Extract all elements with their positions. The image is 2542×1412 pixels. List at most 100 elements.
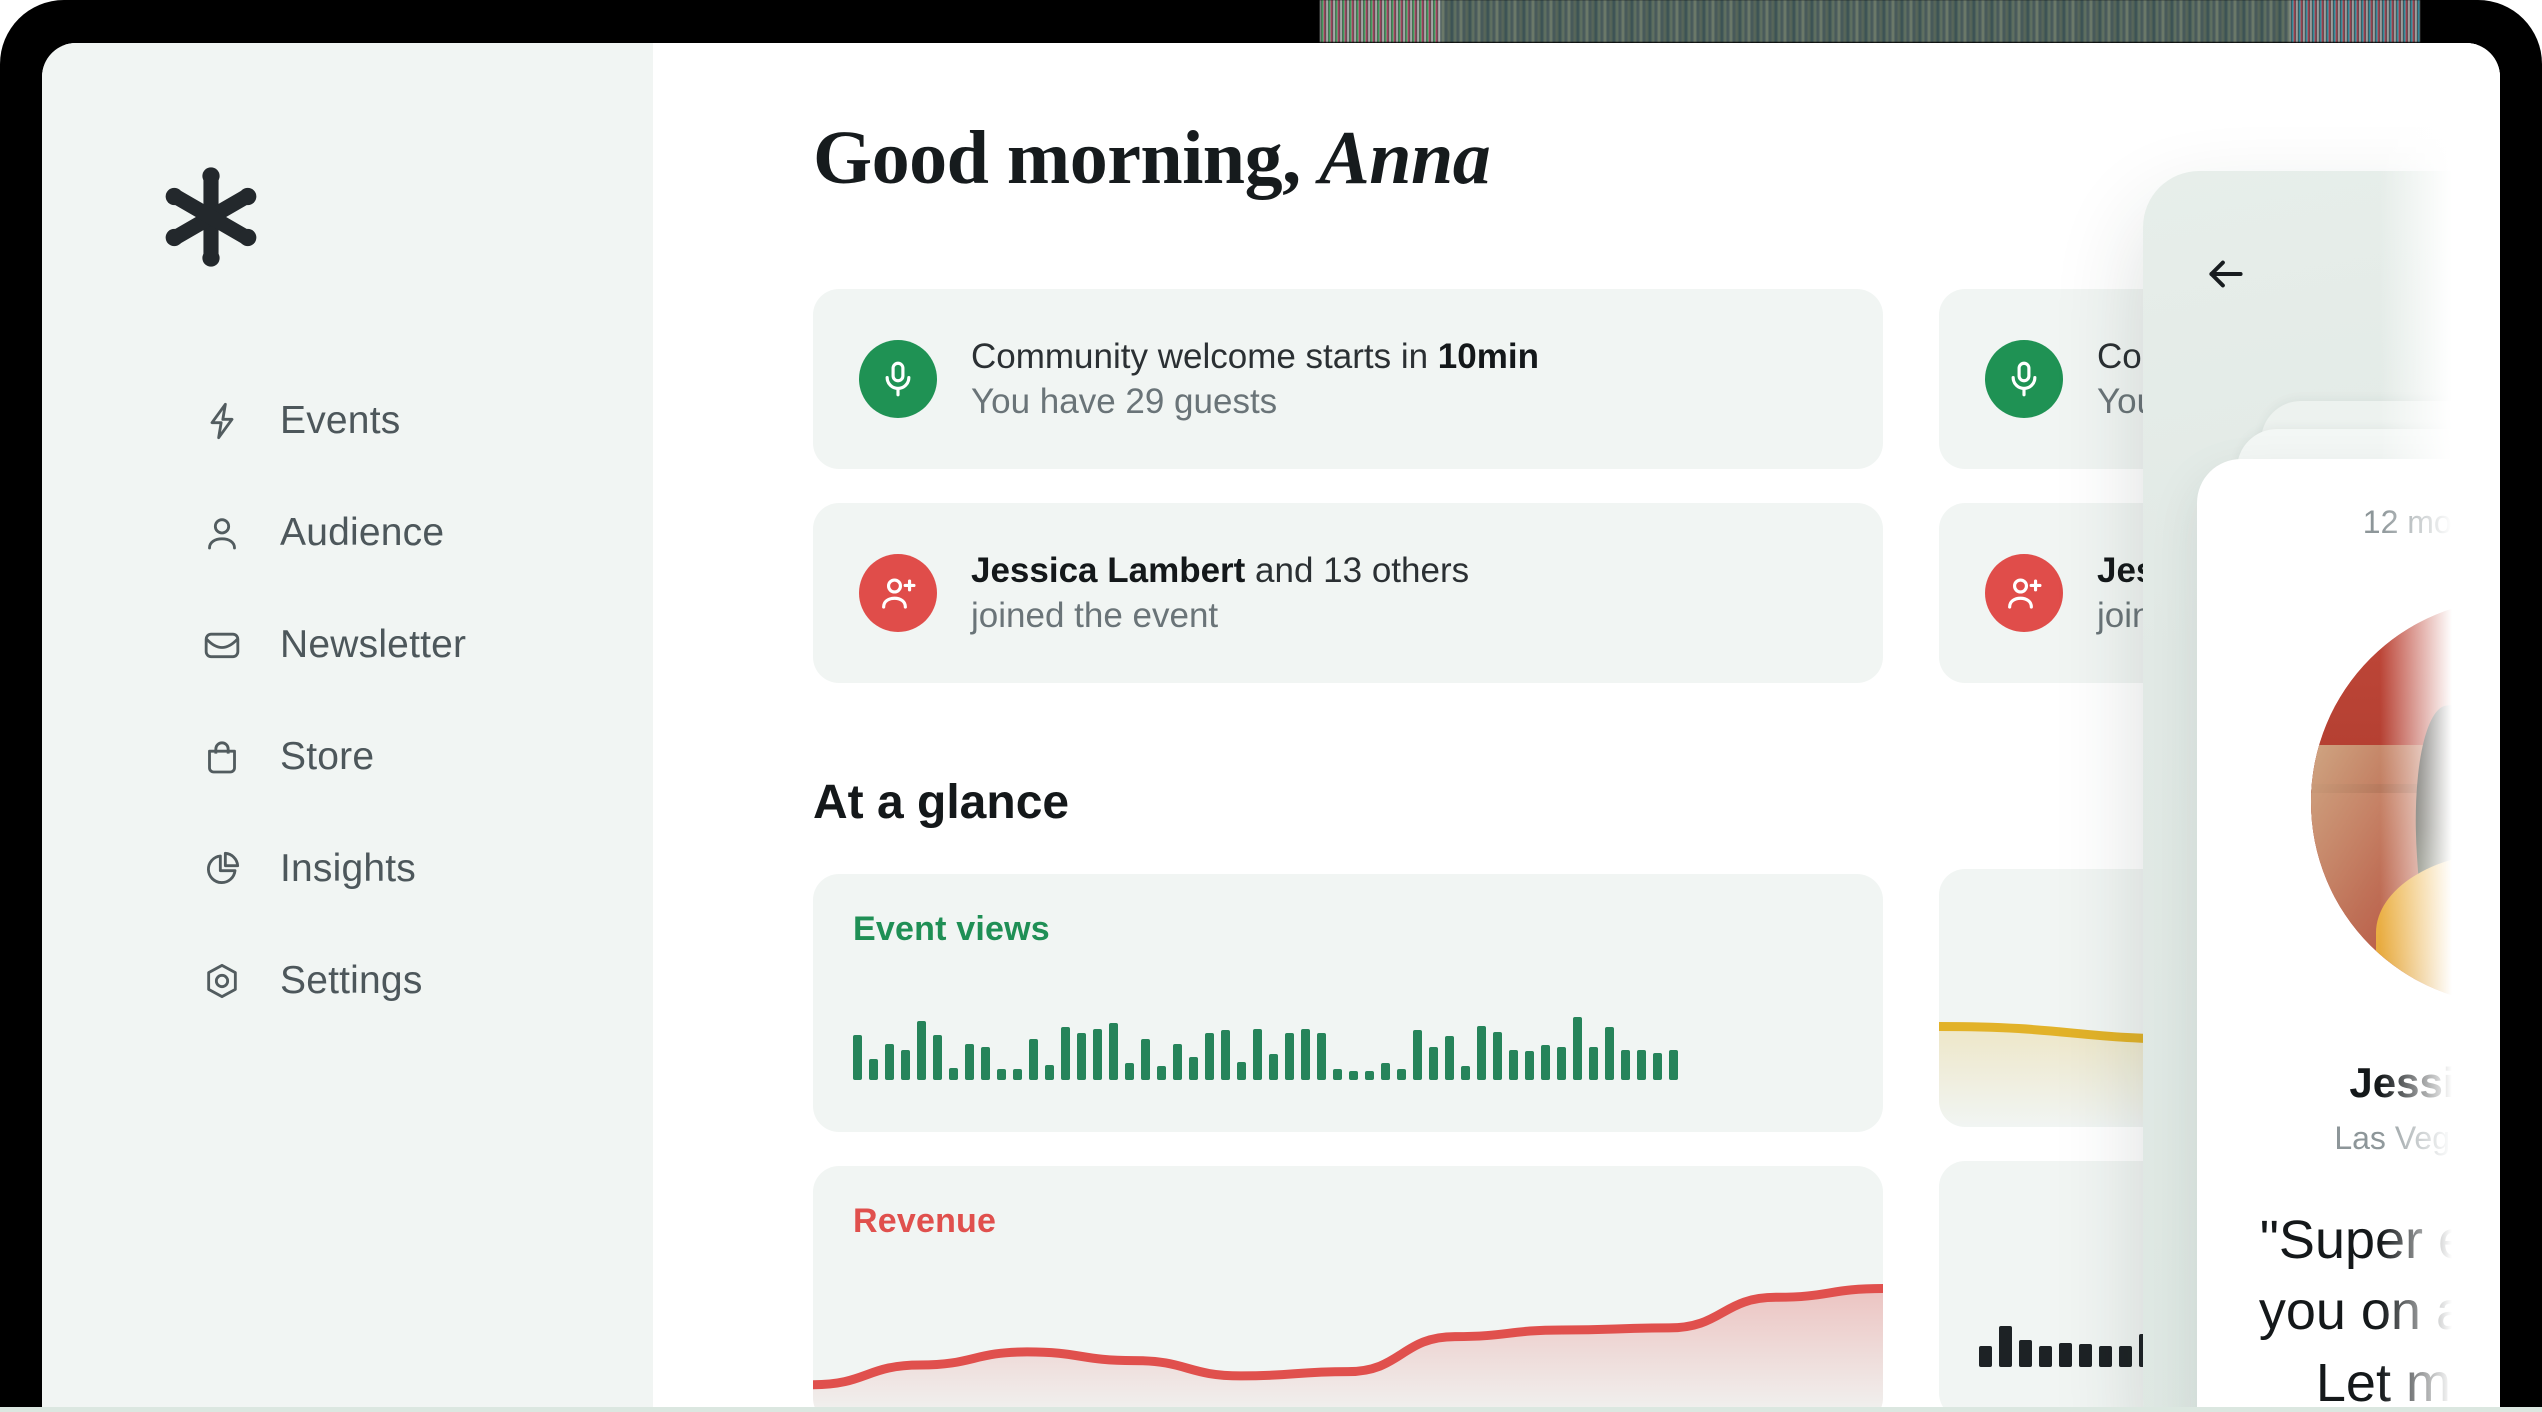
dashboard-column-left: Community welcome starts in 10min You ha… bbox=[813, 289, 1883, 1412]
sparkline-bar bbox=[1637, 1049, 1646, 1080]
sidebar-item-label: Events bbox=[280, 399, 401, 442]
sparkline-bar bbox=[1077, 1033, 1086, 1080]
notification-line2: joined the event bbox=[971, 596, 1219, 635]
sparkline-bar bbox=[1525, 1051, 1534, 1080]
notification-card-joined-event[interactable]: Jessica Lambert and 13 others joined the… bbox=[813, 503, 1883, 683]
sparkline-bar bbox=[1205, 1033, 1214, 1080]
sparkline-bar bbox=[933, 1034, 942, 1080]
notification-card-community-welcome[interactable]: Community welcome starts in 10min You ha… bbox=[813, 289, 1883, 469]
sparkline-bar bbox=[1317, 1033, 1326, 1080]
sparkline-bar bbox=[1109, 1022, 1118, 1080]
sparkline-bar bbox=[2139, 1333, 2152, 1367]
notification-line2: You have 29 guests bbox=[971, 382, 1278, 421]
sparkline-bar bbox=[1557, 1046, 1566, 1080]
microphone-icon bbox=[1985, 340, 2063, 418]
notification-line2: You have 29 guests bbox=[2097, 382, 2404, 421]
sidebar-item-audience[interactable]: Audience bbox=[42, 507, 653, 559]
sidebar-nav: Events Audience Newsletter Store Insight… bbox=[42, 395, 653, 1007]
sparkline-bar bbox=[901, 1049, 910, 1080]
sparkline-bar bbox=[1157, 1066, 1166, 1080]
notification-line1-plain: Community welcome starts in bbox=[971, 336, 1438, 376]
sparkline-bar bbox=[1061, 1027, 1070, 1080]
sparkline-bar bbox=[1999, 1326, 2012, 1367]
section-title-at-a-glance: At a glance bbox=[813, 776, 1070, 829]
sparkline-bar bbox=[2119, 1345, 2132, 1367]
notification-line1-bold: Jessica Lambert bbox=[971, 550, 1246, 590]
sidebar-item-settings[interactable]: Settings bbox=[42, 955, 653, 1007]
notification-line1-bold: 10min bbox=[1437, 336, 1539, 376]
sparkline-bar bbox=[1029, 1039, 1038, 1080]
person-name: Jessica Lambert bbox=[2349, 1059, 2500, 1106]
sparkline-bar bbox=[853, 1034, 862, 1080]
queue-count-label: 12 more in the queue bbox=[2362, 504, 2500, 540]
stat-card-revenue[interactable]: Revenue bbox=[813, 1166, 1883, 1412]
sidebar-item-label: Audience bbox=[280, 511, 445, 554]
sparkline-bar bbox=[1013, 1069, 1022, 1080]
sparkline-bar bbox=[1653, 1052, 1662, 1080]
sidebar-item-label: Store bbox=[280, 735, 375, 778]
sparkline-bar bbox=[1141, 1039, 1150, 1080]
sidebar-item-events[interactable]: Events bbox=[42, 395, 653, 447]
sparkline-bar bbox=[885, 1043, 894, 1080]
shopping-bag-icon bbox=[200, 735, 244, 779]
sparkline-bar bbox=[1445, 1036, 1454, 1080]
sparkline-bar bbox=[1621, 1049, 1630, 1080]
main-content: Good morning, Anna Community welcome sta… bbox=[653, 43, 2500, 1412]
sparkline-bar bbox=[2019, 1339, 2032, 1367]
sidebar-item-label: Insights bbox=[280, 847, 417, 890]
sparkline-bar bbox=[2059, 1342, 2072, 1367]
sparkline-bar bbox=[1397, 1069, 1406, 1080]
avatar-container: GGfWH bbox=[2311, 599, 2500, 1005]
stat-card-event-views[interactable]: Event views bbox=[813, 874, 1883, 1132]
asterisk-logo-icon[interactable] bbox=[157, 163, 265, 271]
area-fill bbox=[813, 1288, 1883, 1412]
sidebar-item-label: Settings bbox=[280, 959, 423, 1002]
sparkline-bar bbox=[1605, 1027, 1614, 1080]
sparkline-bar bbox=[1429, 1046, 1438, 1080]
sparkline-bar bbox=[1541, 1045, 1550, 1080]
sparkline-bar bbox=[1349, 1070, 1358, 1080]
gear-hexagon-icon bbox=[200, 959, 244, 1003]
sparkline-bar bbox=[1461, 1066, 1470, 1080]
microphone-icon bbox=[859, 340, 937, 418]
sparkline-bar bbox=[1413, 1030, 1422, 1080]
page-title: Good morning, Anna bbox=[813, 115, 2500, 202]
sparkline-bar bbox=[1285, 1033, 1294, 1080]
person-quote: "Super excited to join you on a Sunday t… bbox=[2258, 1210, 2500, 1412]
sidebar: Events Audience Newsletter Store Insight… bbox=[42, 43, 653, 1412]
sparkline-bar bbox=[2039, 1345, 2052, 1367]
sidebar-item-insights[interactable]: Insights bbox=[42, 843, 653, 895]
notification-text: Jessica Lambert and 13 others joined the… bbox=[971, 548, 1469, 639]
screenshot-root: Events Audience Newsletter Store Insight… bbox=[0, 0, 2542, 1412]
add-person-icon bbox=[859, 554, 937, 632]
sparkline-bar bbox=[1173, 1043, 1182, 1080]
sidebar-item-newsletter[interactable]: Newsletter bbox=[42, 619, 653, 671]
sparkline-bar bbox=[2099, 1345, 2112, 1367]
queue-card-front[interactable]: 12 more in the queue GGfWH bbox=[2197, 459, 2500, 1412]
sparkline-bar bbox=[1669, 1049, 1678, 1080]
sparkline-bar bbox=[1333, 1069, 1342, 1080]
sidebar-item-store[interactable]: Store bbox=[42, 731, 653, 783]
sparkline-bar bbox=[1589, 1046, 1598, 1080]
glitch-artifact-strip bbox=[1320, 0, 2420, 42]
sparkline-bar bbox=[1509, 1049, 1518, 1080]
lightning-bolt-icon bbox=[200, 399, 244, 443]
sparkline-bar bbox=[917, 1021, 926, 1080]
arrow-left-icon[interactable] bbox=[2201, 249, 2251, 299]
notification-card-community-welcome-2[interactable]: Community welcome starts in 10min You ha… bbox=[1939, 289, 2500, 469]
sparkline-bar bbox=[1125, 1063, 1134, 1080]
envelope-icon bbox=[200, 623, 244, 667]
sparkline-bar bbox=[1269, 1054, 1278, 1080]
notification-line1-plain: and 13 others bbox=[1245, 550, 1470, 590]
sparkline-bar bbox=[1493, 1031, 1502, 1080]
sparkline-bar bbox=[2179, 1339, 2192, 1367]
sparkline-bar bbox=[1045, 1064, 1054, 1080]
sparkline-bar bbox=[1477, 1025, 1486, 1080]
greeting-name: Anna bbox=[1319, 116, 1491, 200]
notification-text: Community welcome starts in 10min You ha… bbox=[2097, 334, 2500, 425]
notification-line1-plain: Community welcome starts in bbox=[2097, 336, 2500, 376]
sparkline-bar bbox=[1221, 1030, 1230, 1080]
greeting-prefix: Good morning, bbox=[813, 116, 1320, 200]
sparkline-bar bbox=[2159, 1321, 2172, 1367]
person-location: Las Vegas, United States bbox=[2334, 1120, 2500, 1156]
